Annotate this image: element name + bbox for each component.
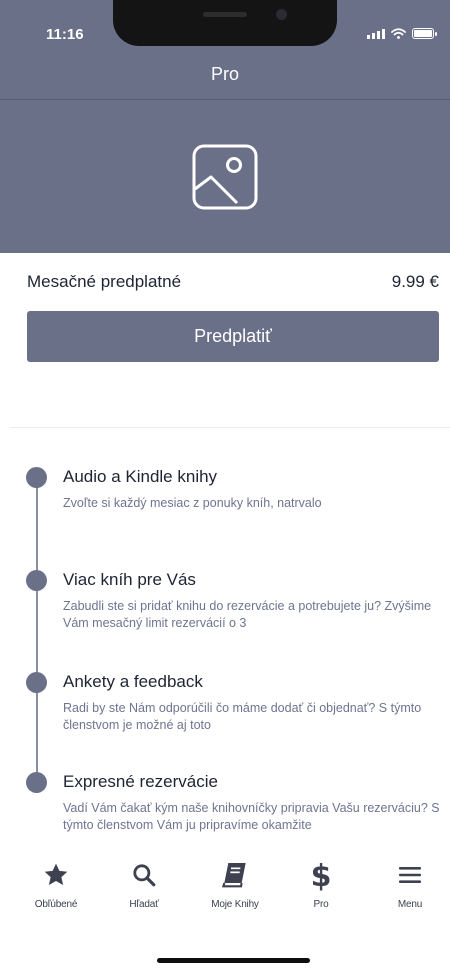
subscription-row: Mesačné predplatné 9.99 € [27, 272, 439, 292]
tab-bar: Obľúbené Hľadať Moje Knihy $ Pro Menu [0, 858, 450, 918]
tab-label: Obľúbené [34, 899, 78, 910]
feature-title: Viac kníh pre Vás [63, 570, 196, 589]
tab-label: Moje Knihy [211, 899, 259, 910]
status-time: 11:16 [46, 26, 84, 43]
notch-camera [276, 9, 287, 20]
feature-description: Zabudli ste si pridať knihu do rezerváci… [63, 599, 432, 630]
feature-description: Vadí Vám čakať kým naše knihovníčky prip… [63, 801, 440, 832]
svg-text:$: $ [311, 859, 332, 891]
menu-icon [399, 867, 421, 883]
subscription-price: 9.99 € [391, 272, 439, 291]
status-bar: 11:16 [0, 0, 450, 50]
feature-description: Zvoľte si každý mesiac z ponuky kníh, na… [63, 496, 322, 510]
book-icon [221, 863, 246, 888]
battery-icon [412, 28, 437, 39]
dollar-icon: $ [311, 859, 332, 891]
page-title: Pro [210, 64, 239, 84]
timeline-dot [26, 570, 47, 591]
hero-banner [0, 100, 450, 253]
timeline-dot [26, 672, 47, 693]
tab-my-books[interactable]: Moje Knihy [195, 858, 275, 910]
wifi-icon [391, 28, 406, 39]
timeline-dot [26, 467, 47, 488]
status-icons [367, 28, 437, 39]
tab-label: Menu [397, 899, 423, 910]
feature-title: Ankety a feedback [63, 672, 203, 691]
image-placeholder-icon [192, 144, 258, 209]
home-indicator [157, 958, 310, 963]
tab-label: Pro [313, 899, 329, 910]
tab-search[interactable]: Hľadať [104, 858, 184, 910]
device-notch [113, 0, 337, 46]
subscribe-button[interactable]: Predplatiť [27, 311, 439, 362]
nav-bar: Pro [0, 50, 450, 100]
tab-menu[interactable]: Menu [370, 858, 450, 910]
star-icon [44, 863, 68, 886]
feature-title: Expresné rezervácie [63, 772, 218, 791]
tab-label: Hľadať [129, 899, 159, 910]
divider [10, 427, 450, 428]
feature-description: Radi by ste Nám odporúčili čo máme dodať… [63, 701, 422, 732]
timeline-line [36, 482, 38, 785]
feature-title: Audio a Kindle knihy [63, 467, 218, 486]
notch-speaker [203, 12, 247, 17]
tab-favorites[interactable]: Obľúbené [16, 858, 96, 910]
signal-icon [367, 29, 385, 39]
tab-pro[interactable]: $ Pro [281, 858, 361, 910]
timeline-dot [26, 772, 47, 793]
subscription-label: Mesačné predplatné [27, 272, 182, 291]
search-icon [133, 864, 156, 887]
